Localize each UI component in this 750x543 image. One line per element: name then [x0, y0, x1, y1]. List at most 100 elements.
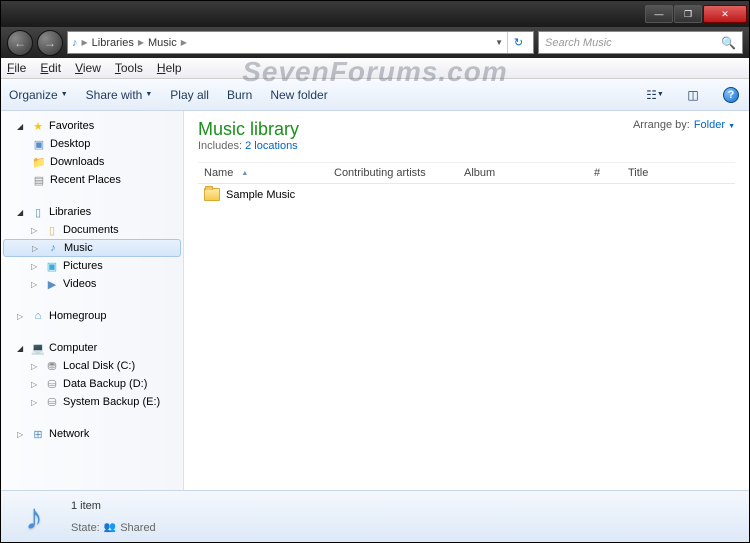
arrange-by-dropdown[interactable]: Folder ▼ [694, 119, 735, 131]
sidebar-homegroup[interactable]: ▷⌂Homegroup [1, 307, 183, 325]
music-icon: ♪ [72, 37, 78, 49]
menu-edit[interactable]: Edit [40, 61, 61, 75]
collapse-icon[interactable]: ◢ [17, 122, 27, 131]
title-bar: — ❐ ✕ [1, 1, 749, 27]
library-header: Music library Includes: 2 locations Arra… [198, 119, 735, 152]
music-note-icon: ♪ [25, 496, 43, 538]
chevron-down-icon: ▼ [61, 91, 68, 98]
help-button[interactable]: ? [721, 85, 741, 105]
documents-icon: ▯ [44, 223, 60, 237]
chevron-right-icon[interactable]: ▶ [181, 38, 187, 47]
network-icon: ⊞ [30, 427, 46, 441]
shared-icon: 👥 [104, 522, 116, 533]
menu-view[interactable]: View [75, 61, 101, 75]
organize-button[interactable]: Organize▼ [9, 88, 68, 102]
maximize-button[interactable]: ❐ [674, 5, 702, 23]
libraries-icon: ▯ [30, 205, 46, 219]
library-subtitle: Includes: 2 locations [198, 140, 299, 152]
star-icon: ★ [30, 119, 46, 133]
sidebar-computer[interactable]: ◢💻Computer [1, 339, 183, 357]
column-album[interactable]: Album [458, 167, 588, 179]
expand-icon[interactable]: ▷ [31, 380, 41, 389]
minimize-button[interactable]: — [645, 5, 673, 23]
column-name[interactable]: Name▲ [198, 167, 328, 179]
pictures-icon: ▣ [44, 259, 60, 273]
sidebar-item-pictures[interactable]: ▷▣Pictures [1, 257, 183, 275]
dropdown-icon[interactable]: ▼ [495, 38, 503, 47]
expand-icon[interactable]: ▷ [31, 262, 41, 271]
details-pane: ♪ 1 item State: 👥 Shared [1, 490, 749, 542]
sidebar-item-downloads[interactable]: 📁Downloads [1, 153, 183, 171]
column-title[interactable]: Title [622, 167, 735, 179]
list-item[interactable]: Sample Music [198, 184, 735, 205]
sidebar-item-desktop[interactable]: ▣Desktop [1, 135, 183, 153]
breadcrumb-music[interactable]: Music [148, 37, 177, 49]
view-options-button[interactable]: ☷ ▼ [645, 85, 665, 105]
state-row: State: 👥 Shared [71, 522, 156, 534]
music-icon: ♪ [45, 241, 61, 255]
close-button[interactable]: ✕ [703, 5, 747, 23]
collapse-icon[interactable]: ◢ [17, 208, 27, 217]
search-icon[interactable]: 🔍 [721, 36, 736, 50]
menu-bar: File Edit View Tools Help [1, 58, 749, 79]
menu-tools[interactable]: Tools [115, 61, 143, 75]
back-button[interactable]: ← [7, 30, 33, 56]
recent-icon: ▤ [31, 173, 47, 187]
column-number[interactable]: # [588, 167, 622, 179]
expand-icon[interactable]: ▷ [31, 226, 41, 235]
drive-icon: ⛁ [44, 377, 60, 391]
expand-icon[interactable]: ▷ [32, 244, 42, 253]
expand-icon[interactable]: ▷ [31, 362, 41, 371]
new-folder-button[interactable]: New folder [270, 88, 327, 102]
expand-icon[interactable]: ▷ [17, 430, 27, 439]
sidebar-libraries[interactable]: ◢▯Libraries [1, 203, 183, 221]
command-bar: Organize▼ Share with▼ Play all Burn New … [1, 79, 749, 111]
play-all-button[interactable]: Play all [170, 88, 209, 102]
sidebar-item-music[interactable]: ▷♪Music [3, 239, 181, 257]
sidebar-item-system-backup[interactable]: ▷⛁System Backup (E:) [1, 393, 183, 411]
item-count: 1 item [71, 500, 156, 512]
sidebar-item-data-backup[interactable]: ▷⛁Data Backup (D:) [1, 375, 183, 393]
library-title: Music library [198, 119, 299, 140]
desktop-icon: ▣ [31, 137, 47, 151]
locations-link[interactable]: 2 locations [245, 140, 298, 152]
state-value: Shared [120, 522, 155, 534]
breadcrumb-libraries[interactable]: Libraries [92, 37, 134, 49]
sidebar-item-local-disk[interactable]: ▷⛃Local Disk (C:) [1, 357, 183, 375]
file-list-pane: Music library Includes: 2 locations Arra… [184, 111, 749, 490]
expand-icon[interactable]: ▷ [31, 398, 41, 407]
folder-icon [204, 188, 220, 201]
burn-button[interactable]: Burn [227, 88, 252, 102]
folder-icon: 📁 [31, 155, 47, 169]
nav-bar: ← → ♪ ▶ Libraries ▶ Music ▶ ▼ ↻ Search M… [1, 27, 749, 58]
chevron-right-icon[interactable]: ▶ [138, 38, 144, 47]
share-with-button[interactable]: Share with▼ [86, 88, 153, 102]
search-placeholder: Search Music [545, 37, 612, 49]
collapse-icon[interactable]: ◢ [17, 344, 27, 353]
file-name: Sample Music [226, 189, 295, 201]
computer-icon: 💻 [30, 341, 46, 355]
sidebar-network[interactable]: ▷⊞Network [1, 425, 183, 443]
content-area: ◢★Favorites ▣Desktop 📁Downloads ▤Recent … [1, 111, 749, 490]
menu-file[interactable]: File [7, 61, 26, 75]
homegroup-icon: ⌂ [30, 309, 46, 323]
refresh-button[interactable]: ↻ [507, 32, 529, 53]
arrange-by: Arrange by: Folder ▼ [633, 119, 735, 131]
preview-pane-button[interactable]: ◫ [683, 85, 703, 105]
sidebar-item-documents[interactable]: ▷▯Documents [1, 221, 183, 239]
expand-icon[interactable]: ▷ [17, 312, 27, 321]
chevron-right-icon[interactable]: ▶ [82, 38, 88, 47]
navigation-pane: ◢★Favorites ▣Desktop 📁Downloads ▤Recent … [1, 111, 184, 490]
search-input[interactable]: Search Music 🔍 [538, 31, 743, 54]
sidebar-item-videos[interactable]: ▷▶Videos [1, 275, 183, 293]
address-bar[interactable]: ♪ ▶ Libraries ▶ Music ▶ ▼ ↻ [67, 31, 534, 54]
sidebar-item-recent[interactable]: ▤Recent Places [1, 171, 183, 189]
sidebar-favorites[interactable]: ◢★Favorites [1, 117, 183, 135]
videos-icon: ▶ [44, 277, 60, 291]
column-artist[interactable]: Contributing artists [328, 167, 458, 179]
column-headers: Name▲ Contributing artists Album # Title [198, 162, 735, 184]
menu-help[interactable]: Help [157, 61, 182, 75]
explorer-window: — ❐ ✕ ← → ♪ ▶ Libraries ▶ Music ▶ ▼ ↻ Se… [0, 0, 750, 543]
forward-button[interactable]: → [37, 30, 63, 56]
expand-icon[interactable]: ▷ [31, 280, 41, 289]
